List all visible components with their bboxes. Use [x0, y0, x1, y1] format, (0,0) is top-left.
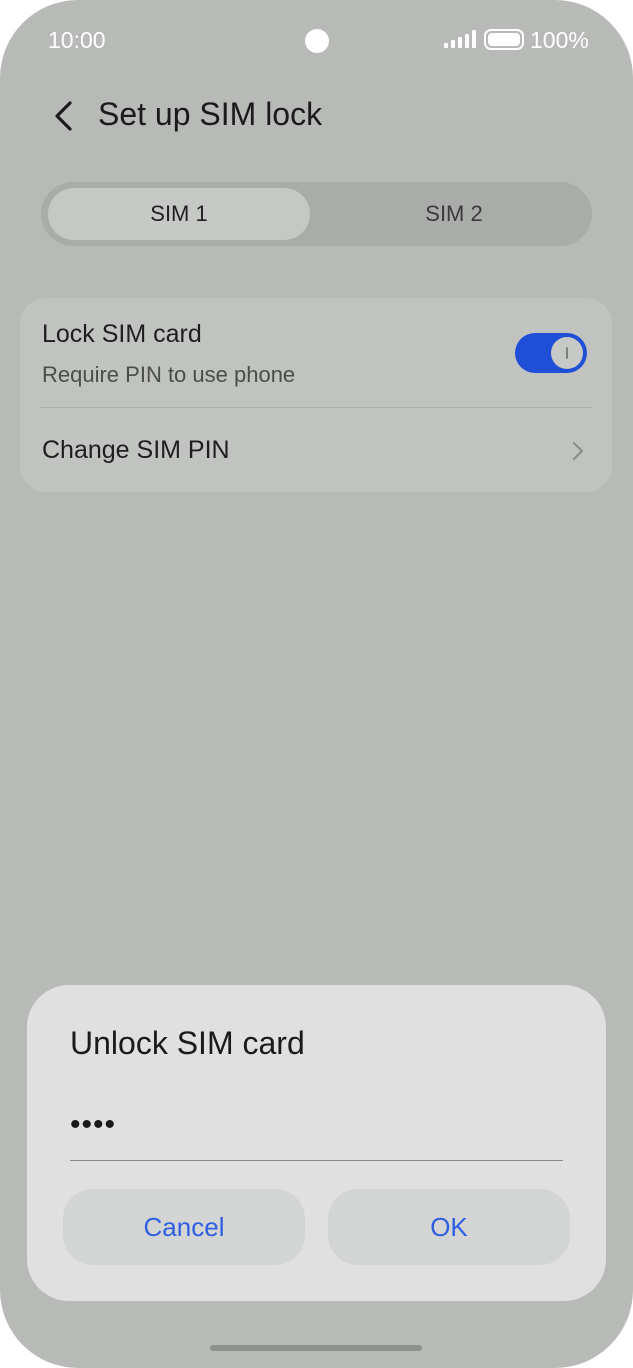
status-time: 10:00 — [48, 27, 106, 53]
dialog-title: Unlock SIM card — [70, 1025, 305, 1061]
tab-sim-2[interactable]: SIM 2 — [323, 188, 585, 240]
home-indicator[interactable] — [210, 1345, 422, 1351]
sim-tab-bar: SIM 1 SIM 2 — [41, 182, 592, 246]
lock-sim-card-toggle[interactable] — [515, 333, 587, 373]
pin-input[interactable]: •••• — [70, 1105, 563, 1161]
ok-button[interactable]: OK — [328, 1189, 570, 1265]
change-sim-pin-item[interactable]: Change SIM PIN — [42, 436, 230, 465]
sim-lock-settings-card: Lock SIM card Require PIN to use phone C… — [20, 298, 612, 492]
lock-sim-card-subtitle: Require PIN to use phone — [42, 362, 296, 387]
camera-cutout — [305, 29, 329, 53]
unlock-sim-dialog: Unlock SIM card •••• Cancel OK — [27, 985, 606, 1301]
cancel-button[interactable]: Cancel — [63, 1189, 305, 1265]
phone-screen: 10:00 100% Set up SIM lock SIM 1 SIM 2 L… — [0, 0, 633, 1368]
divider — [40, 407, 592, 408]
tab-sim-1[interactable]: SIM 1 — [48, 188, 310, 240]
battery-percentage: 100% — [530, 27, 589, 53]
toggle-knob — [551, 337, 583, 369]
page-title: Set up SIM lock — [98, 96, 323, 132]
lock-sim-card-title[interactable]: Lock SIM card — [42, 320, 202, 349]
chevron-right-icon — [572, 441, 584, 461]
chevron-left-icon — [55, 101, 72, 131]
battery-icon — [484, 29, 524, 50]
back-button[interactable] — [44, 96, 84, 136]
signal-icon — [444, 30, 476, 48]
